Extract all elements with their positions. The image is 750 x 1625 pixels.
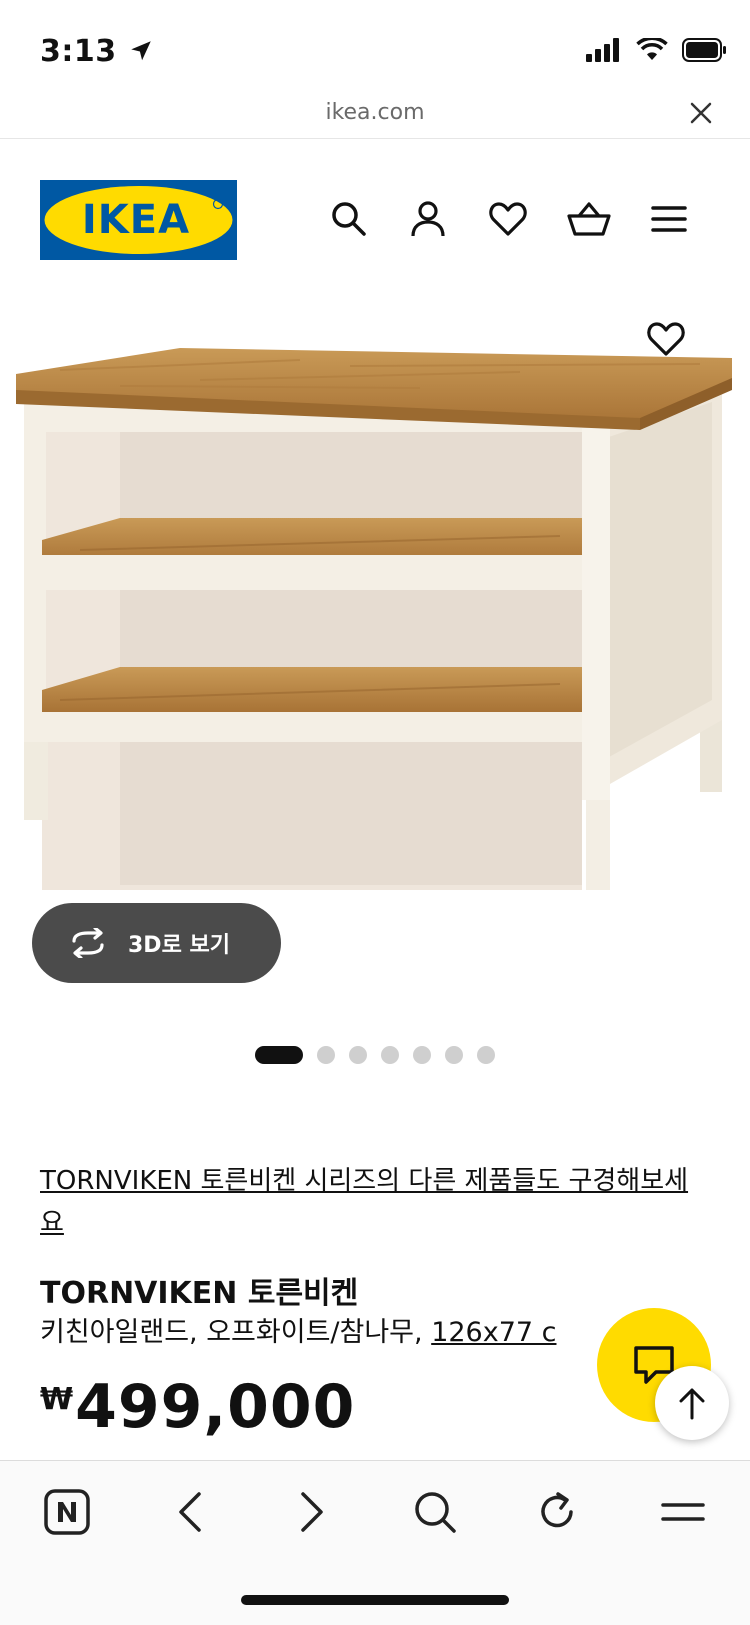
chevron-right-icon — [301, 1492, 323, 1532]
chevron-left-icon — [179, 1492, 201, 1532]
location-arrow-icon — [130, 41, 151, 61]
product-image[interactable] — [0, 300, 750, 940]
url-text[interactable]: ikea.com — [0, 100, 750, 125]
close-icon[interactable] — [688, 100, 714, 126]
naver-n-icon — [44, 1489, 90, 1535]
carousel-dot[interactable] — [381, 1046, 399, 1064]
back-button[interactable] — [163, 1485, 217, 1539]
menu-button[interactable] — [646, 196, 692, 242]
menu-icon — [661, 1503, 705, 1521]
ikea-logo[interactable]: IKEA — [40, 180, 237, 260]
browser-menu-button[interactable] — [656, 1485, 710, 1539]
status-icons — [586, 38, 728, 62]
wifi-icon — [636, 38, 668, 60]
carousel-dot[interactable] — [349, 1046, 367, 1064]
arrow-up-icon — [679, 1388, 705, 1420]
refresh-icon — [541, 1492, 573, 1528]
cart-icon — [567, 202, 611, 236]
search-icon — [332, 202, 366, 236]
search-button[interactable] — [326, 196, 372, 242]
product-price: ₩ 499,000 — [40, 1372, 355, 1442]
view-in-3d-button[interactable]: 3D로 보기 — [32, 903, 281, 983]
reload-button[interactable] — [530, 1485, 584, 1539]
product-description-text: 키친아일랜드, 오프화이트/참나무, — [40, 1317, 432, 1348]
carousel-dot[interactable] — [445, 1046, 463, 1064]
product-name: TORNVIKEN 토른비켄 — [40, 1276, 359, 1311]
carousel-dot[interactable] — [317, 1046, 335, 1064]
series-link[interactable]: TORNVIKEN 토른비켄 시리즈의 다른 제품들도 구경해보세요 — [40, 1160, 710, 1244]
account-icon — [411, 201, 445, 237]
add-to-wishlist-button[interactable] — [646, 320, 692, 366]
carousel-dot[interactable] — [255, 1046, 303, 1064]
signal-icon — [586, 38, 619, 62]
heart-icon — [489, 202, 527, 236]
status-time: 3:13 — [40, 34, 154, 69]
carousel-dot[interactable] — [413, 1046, 431, 1064]
wishlist-button[interactable] — [485, 196, 531, 242]
account-button[interactable] — [405, 196, 451, 242]
size-link[interactable]: 126x77 c — [431, 1317, 556, 1348]
cart-button[interactable] — [566, 196, 612, 242]
view-in-3d-label: 3D로 보기 — [128, 933, 230, 958]
address-bar[interactable]: ikea.com — [0, 92, 750, 139]
heart-icon — [647, 322, 685, 356]
search-icon — [415, 1492, 456, 1533]
browser-search-button[interactable] — [408, 1485, 462, 1539]
forward-button[interactable] — [285, 1485, 339, 1539]
rotate-3d-icon — [72, 928, 104, 958]
image-carousel-dots[interactable] — [255, 1046, 495, 1064]
browser-toolbar — [0, 1460, 750, 1625]
battery-icon — [682, 38, 726, 62]
menu-icon — [651, 206, 687, 232]
naver-home-button[interactable] — [40, 1485, 94, 1539]
product-description: 키친아일랜드, 오프화이트/참나무, 126x77 c — [40, 1310, 556, 1349]
carousel-dot[interactable] — [477, 1046, 495, 1064]
svg-text:IKEA: IKEA — [82, 197, 190, 243]
currency-symbol: ₩ — [40, 1382, 74, 1417]
price-amount: 499,000 — [75, 1372, 356, 1442]
home-indicator[interactable] — [241, 1595, 509, 1605]
scroll-to-top-button[interactable] — [655, 1366, 729, 1440]
